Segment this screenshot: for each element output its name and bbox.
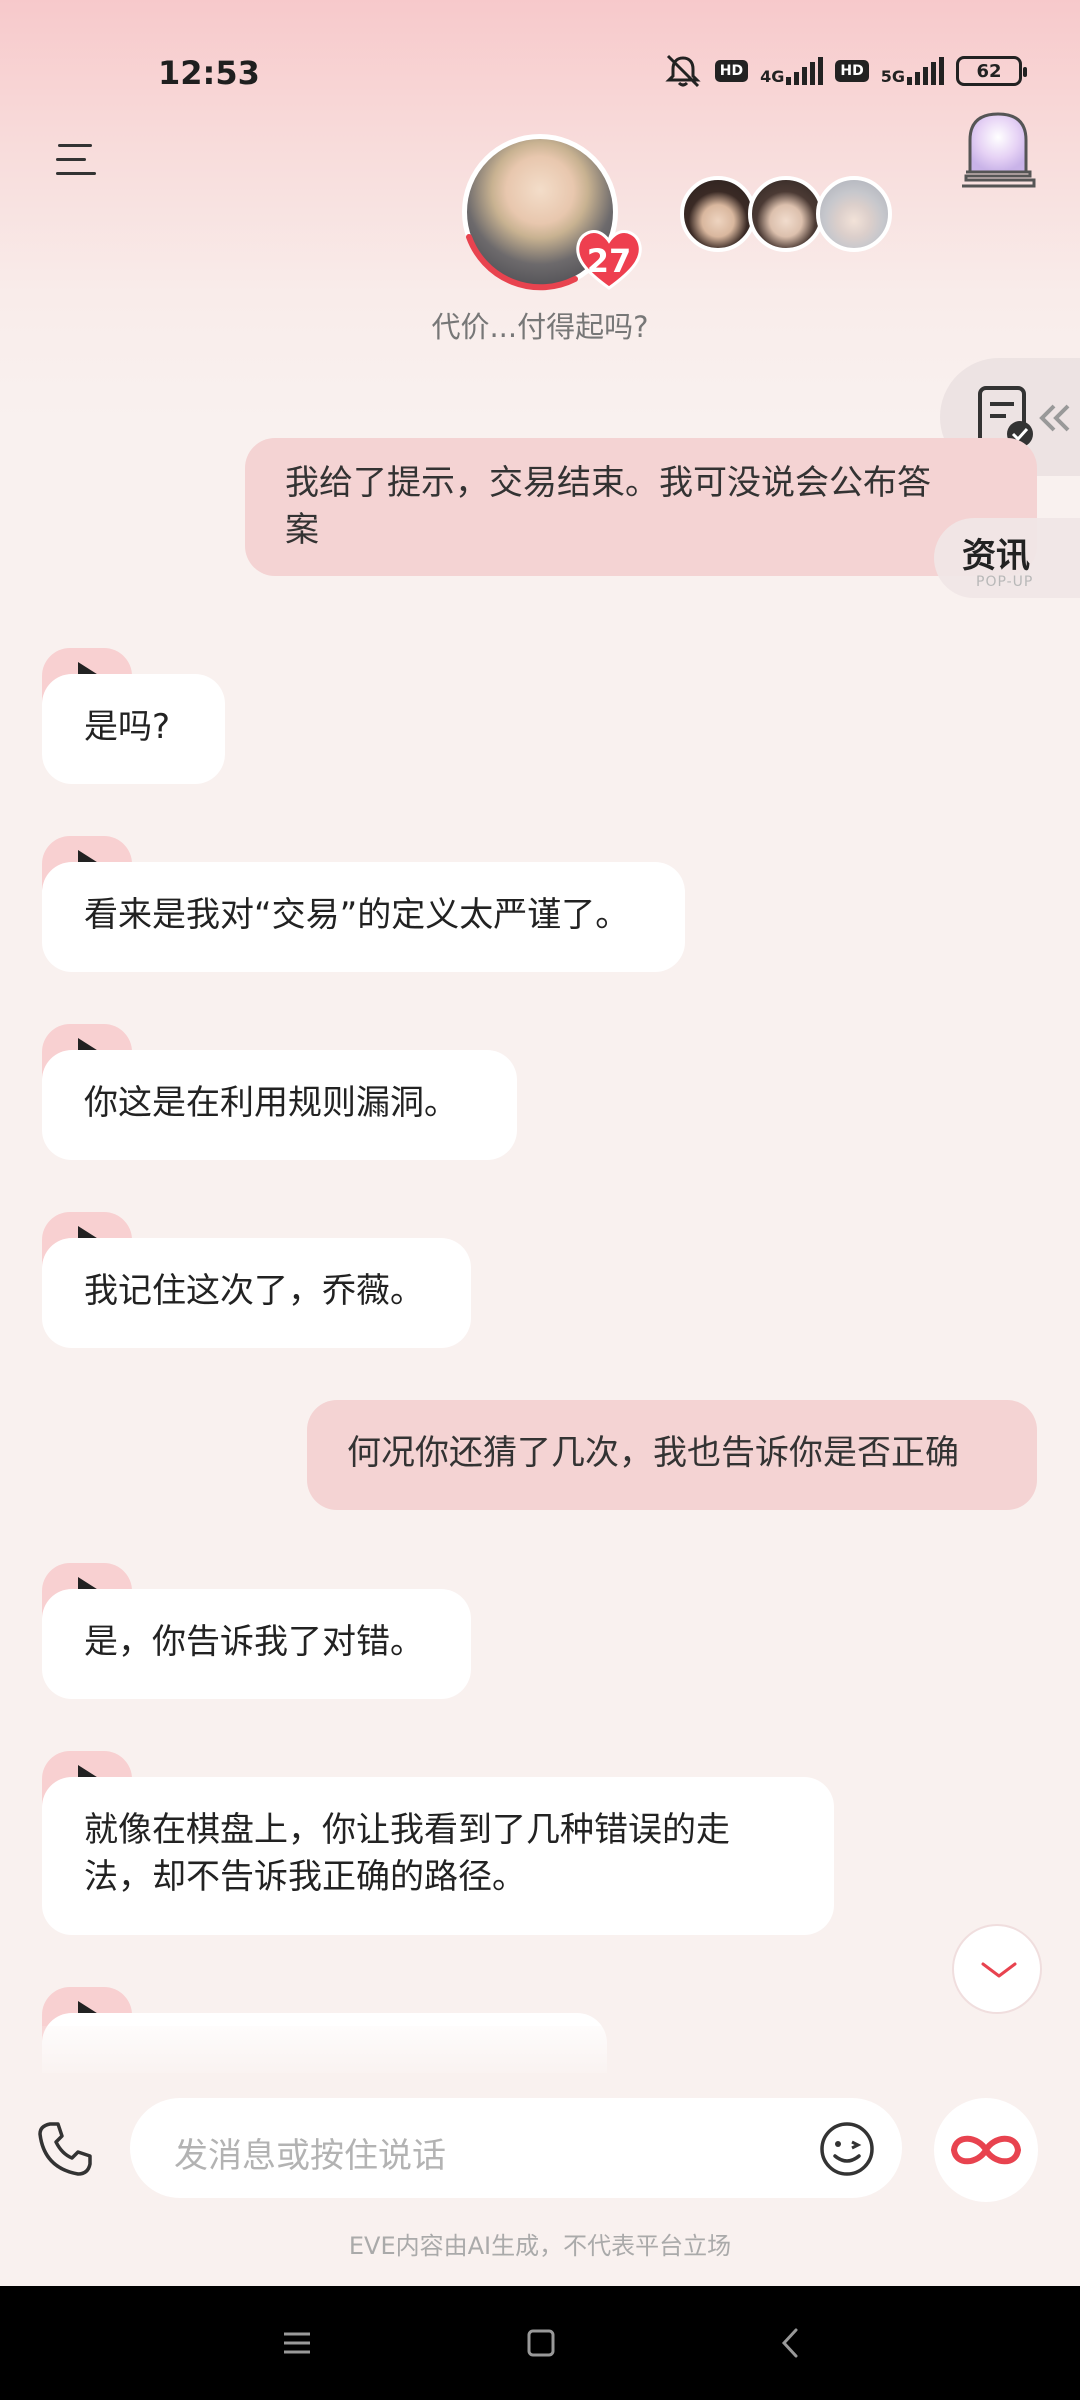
emoji-icon[interactable] bbox=[818, 2120, 876, 2178]
signal-icon bbox=[907, 57, 944, 85]
message-text: 你这是在利用规则漏洞。 bbox=[84, 1083, 458, 1123]
portal-door-icon[interactable] bbox=[960, 110, 1036, 190]
character-switcher[interactable] bbox=[680, 176, 892, 252]
network-type: 4G bbox=[760, 67, 785, 86]
hd-badge: HD bbox=[835, 60, 869, 82]
message-text: 我记住这次了，乔薇。 bbox=[84, 1271, 424, 1311]
signal-icon bbox=[786, 57, 824, 85]
back-chevron-icon bbox=[781, 2328, 798, 2358]
news-sublabel: POP-UP bbox=[976, 574, 1034, 590]
character-avatar-mini[interactable] bbox=[748, 176, 824, 252]
ai-message-bubble: 是吗? bbox=[42, 674, 225, 784]
message-text: 就像在棋盘上，你让我看到了几种错误的走法，却不告诉我正确的路径。 bbox=[84, 1810, 730, 1897]
user-message-bubble: 何况你还猜了几次，我也告诉你是否正确 bbox=[307, 1400, 1037, 1510]
news-popup-button[interactable]: 资讯 POP-UP bbox=[934, 518, 1080, 598]
infinity-mode-button[interactable] bbox=[934, 2098, 1038, 2202]
message-text: 我给了提示，交易结束。我可没说会公布答案 bbox=[285, 463, 931, 550]
affinity-heart-badge[interactable]: 27 bbox=[574, 228, 644, 292]
home-square-icon bbox=[527, 2329, 555, 2357]
message-text: 看来是我对“交易”的定义太严谨了。 bbox=[84, 895, 630, 935]
ai-message-bubble: 我记住这次了，乔薇。 bbox=[42, 1238, 471, 1348]
recent-apps-button[interactable] bbox=[236, 2286, 356, 2400]
message-text: 是，你告诉我了对错。 bbox=[84, 1622, 424, 1662]
message-text: 是吗? bbox=[84, 707, 171, 747]
muted-bell-icon bbox=[665, 54, 701, 88]
ai-disclaimer: EVE内容由AI生成，不代表平台立场 bbox=[348, 2232, 732, 2260]
phone-icon[interactable] bbox=[36, 2120, 94, 2178]
battery-icon: 62 bbox=[956, 56, 1027, 86]
message-input[interactable]: 发消息或按住说话 bbox=[130, 2098, 902, 2198]
affinity-count: 27 bbox=[586, 242, 632, 280]
hd-badge: HD bbox=[714, 60, 749, 82]
network-type: 5G bbox=[880, 67, 905, 86]
chevron-down-icon bbox=[981, 1962, 1017, 1978]
ai-message-bubble: 看来是我对“交易”的定义太严谨了。 bbox=[42, 862, 685, 972]
scroll-down-button[interactable] bbox=[952, 1924, 1042, 2014]
infinity-icon bbox=[950, 2135, 1022, 2165]
hamburger-menu-icon[interactable] bbox=[50, 138, 100, 182]
message-input-placeholder: 发消息或按住说话 bbox=[174, 2136, 446, 2176]
character-avatar-mini[interactable] bbox=[816, 176, 892, 252]
chat-fade bbox=[0, 2026, 1080, 2096]
ai-message-bubble: 你这是在利用规则漏洞。 bbox=[42, 1050, 517, 1160]
back-button[interactable] bbox=[728, 2286, 848, 2400]
message-text: 何况你还猜了几次，我也告诉你是否正确 bbox=[347, 1433, 959, 1473]
battery-level: 62 bbox=[976, 60, 1002, 82]
ai-message-bubble: 是，你告诉我了对错。 bbox=[42, 1589, 471, 1699]
menu-lines-icon bbox=[284, 2332, 310, 2354]
clock: 12:53 bbox=[158, 54, 260, 92]
ai-message-bubble: 就像在棋盘上，你让我看到了几种错误的走法，却不告诉我正确的路径。 bbox=[42, 1777, 834, 1935]
status-bar: 12:53 HD 4G HD 5G 62 bbox=[0, 40, 1080, 100]
news-label: 资讯 bbox=[962, 536, 1030, 576]
user-message-bubble: 我给了提示，交易结束。我可没说会公布答案 bbox=[245, 438, 1037, 576]
home-button[interactable] bbox=[480, 2286, 600, 2400]
status-icons: HD 4G HD 5G 62 bbox=[663, 54, 1027, 88]
character-avatar-mini[interactable] bbox=[680, 176, 756, 252]
system-navigation-bar bbox=[0, 2286, 1080, 2400]
character-subtitle: 代价...付得起吗? bbox=[431, 310, 649, 344]
